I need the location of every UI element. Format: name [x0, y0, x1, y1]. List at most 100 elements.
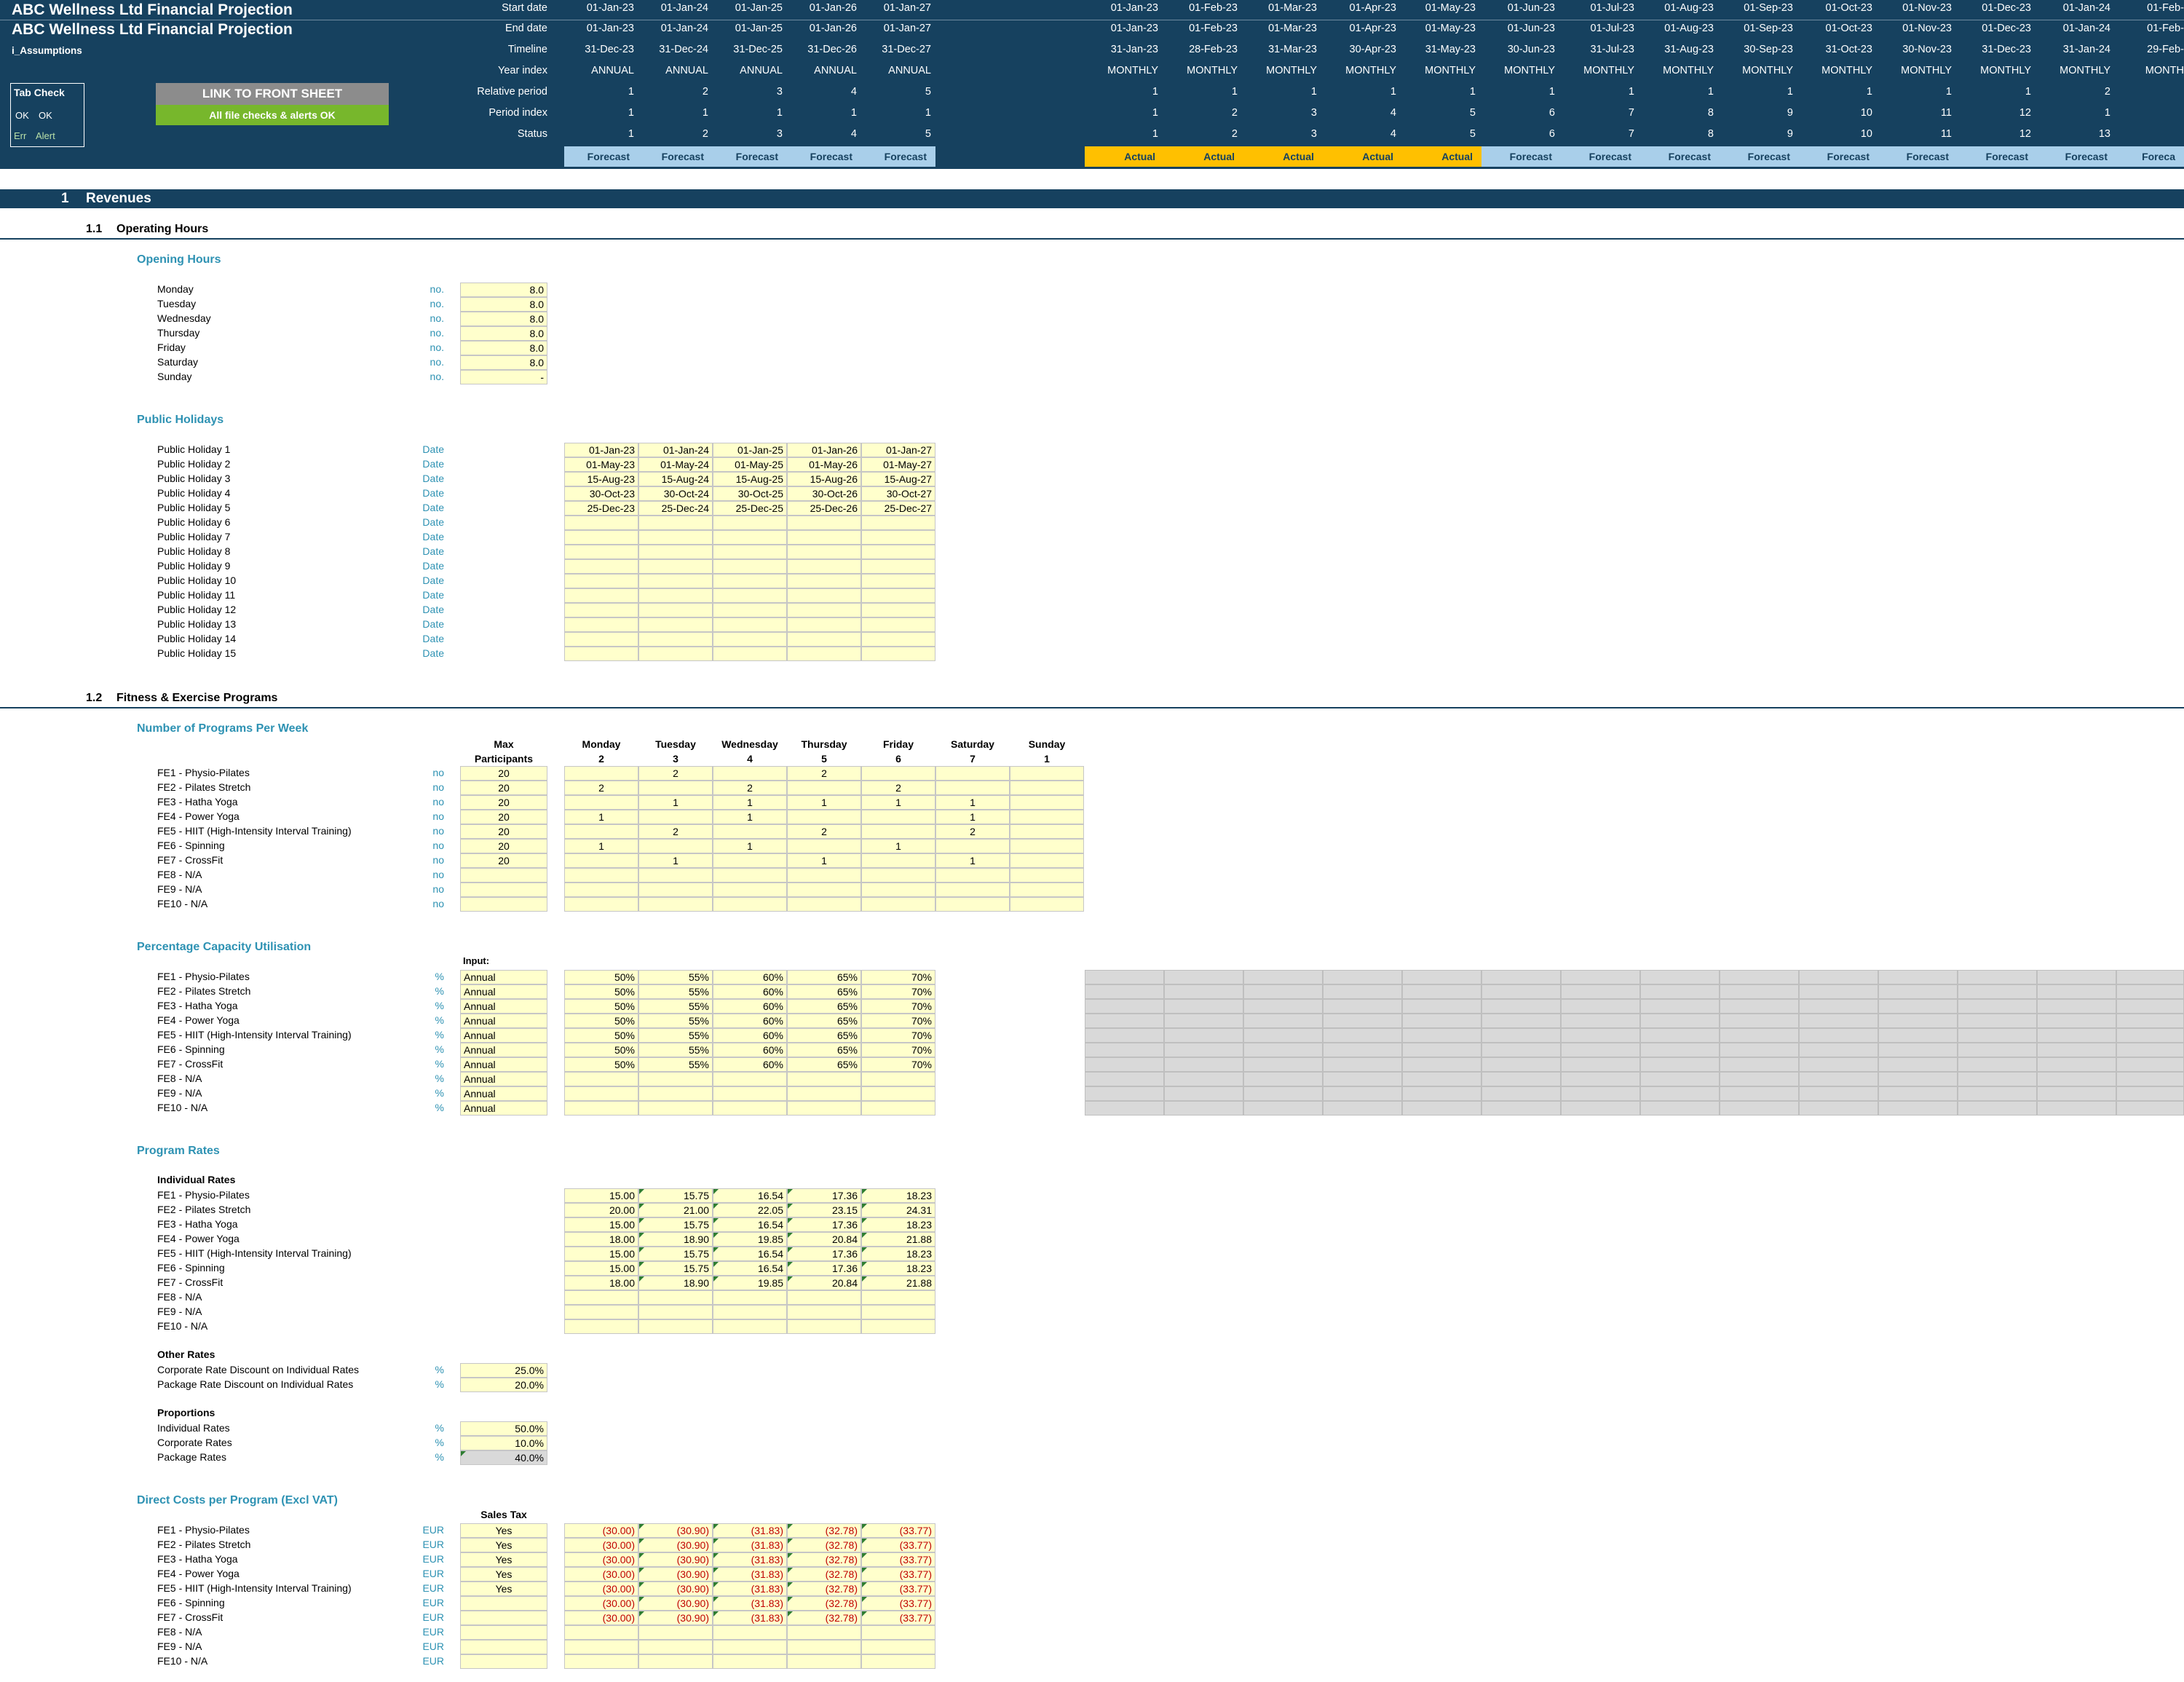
public-holiday-date-input[interactable] [638, 516, 713, 530]
individual-rate-input[interactable]: 18.23 [861, 1217, 935, 1232]
capacity-utilisation-input[interactable]: 60% [713, 1057, 787, 1072]
capacity-utilisation-input[interactable]: 55% [638, 1043, 713, 1057]
individual-rate-input[interactable]: 15.00 [564, 1217, 638, 1232]
programs-per-day-input[interactable]: 1 [564, 839, 638, 853]
capacity-utilisation-input[interactable] [638, 1101, 713, 1116]
individual-rate-input[interactable]: 18.23 [861, 1247, 935, 1261]
capacity-input-frequency[interactable]: Annual [460, 984, 547, 999]
capacity-utilisation-input[interactable]: 65% [787, 1014, 861, 1028]
public-holiday-date-input[interactable]: 15-Aug-24 [638, 472, 713, 486]
programs-per-day-input[interactable] [787, 897, 861, 912]
direct-cost-input[interactable]: (30.90) [638, 1538, 713, 1552]
direct-cost-input[interactable]: (33.77) [861, 1552, 935, 1567]
direct-cost-input[interactable]: (31.83) [713, 1552, 787, 1567]
programs-per-day-input[interactable] [564, 766, 638, 781]
programs-per-day-input[interactable]: 1 [713, 810, 787, 824]
opening-hours-input[interactable]: 8.0 [460, 341, 547, 355]
individual-rate-input[interactable] [638, 1305, 713, 1319]
public-holiday-date-input[interactable] [564, 545, 638, 559]
public-holiday-date-input[interactable] [787, 588, 861, 603]
programs-per-day-input[interactable]: 1 [935, 853, 1010, 868]
opening-hours-input[interactable]: 8.0 [460, 312, 547, 326]
individual-rate-input[interactable] [861, 1290, 935, 1305]
programs-per-day-input[interactable]: 2 [787, 824, 861, 839]
programs-per-day-input[interactable]: 2 [787, 766, 861, 781]
individual-rate-input[interactable]: 15.00 [564, 1247, 638, 1261]
programs-per-day-input[interactable] [861, 766, 935, 781]
sales-tax-input[interactable]: Yes [460, 1582, 547, 1596]
programs-per-day-input[interactable] [861, 824, 935, 839]
public-holiday-date-input[interactable] [713, 545, 787, 559]
capacity-utilisation-input[interactable]: 60% [713, 970, 787, 984]
capacity-utilisation-input[interactable]: 60% [713, 1043, 787, 1057]
programs-per-day-input[interactable] [713, 853, 787, 868]
capacity-input-frequency[interactable]: Annual [460, 1043, 547, 1057]
public-holiday-date-input[interactable] [564, 516, 638, 530]
public-holiday-date-input[interactable] [861, 632, 935, 647]
discount-input[interactable]: 25.0% [460, 1363, 547, 1378]
capacity-utilisation-input[interactable] [564, 1101, 638, 1116]
individual-rate-input[interactable]: 20.84 [787, 1276, 861, 1290]
programs-per-day-input[interactable] [861, 810, 935, 824]
public-holiday-date-input[interactable] [787, 603, 861, 617]
public-holiday-date-input[interactable] [861, 588, 935, 603]
public-holiday-date-input[interactable] [564, 603, 638, 617]
public-holiday-date-input[interactable]: 01-May-23 [564, 457, 638, 472]
programs-per-day-input[interactable] [564, 795, 638, 810]
direct-cost-input[interactable] [787, 1640, 861, 1654]
capacity-utilisation-input[interactable]: 65% [787, 1043, 861, 1057]
capacity-input-frequency[interactable]: Annual [460, 970, 547, 984]
capacity-utilisation-input[interactable]: 50% [564, 1028, 638, 1043]
programs-per-day-input[interactable] [713, 868, 787, 883]
direct-cost-input[interactable]: (30.90) [638, 1523, 713, 1538]
public-holiday-date-input[interactable] [861, 545, 935, 559]
direct-cost-input[interactable]: (33.77) [861, 1538, 935, 1552]
programs-per-day-input[interactable] [1010, 781, 1084, 795]
individual-rate-input[interactable] [713, 1319, 787, 1334]
direct-cost-input[interactable] [564, 1640, 638, 1654]
public-holiday-date-input[interactable]: 01-May-24 [638, 457, 713, 472]
programs-per-day-input[interactable]: 1 [787, 795, 861, 810]
max-participants-input[interactable] [460, 868, 547, 883]
individual-rate-input[interactable]: 20.00 [564, 1203, 638, 1217]
programs-per-day-input[interactable] [638, 883, 713, 897]
capacity-utilisation-input[interactable] [787, 1086, 861, 1101]
individual-rate-input[interactable]: 18.23 [861, 1261, 935, 1276]
direct-cost-input[interactable]: (32.78) [787, 1611, 861, 1625]
capacity-utilisation-input[interactable] [861, 1072, 935, 1086]
public-holiday-date-input[interactable] [713, 647, 787, 661]
sales-tax-input[interactable]: Yes [460, 1552, 547, 1567]
capacity-utilisation-input[interactable]: 50% [564, 970, 638, 984]
programs-per-day-input[interactable] [861, 897, 935, 912]
public-holiday-date-input[interactable]: 30-Oct-26 [787, 486, 861, 501]
public-holiday-date-input[interactable] [861, 617, 935, 632]
individual-rate-input[interactable] [713, 1290, 787, 1305]
individual-rate-input[interactable] [787, 1319, 861, 1334]
programs-per-day-input[interactable]: 1 [638, 795, 713, 810]
programs-per-day-input[interactable]: 1 [935, 795, 1010, 810]
programs-per-day-input[interactable] [713, 766, 787, 781]
programs-per-day-input[interactable] [564, 853, 638, 868]
capacity-utilisation-input[interactable]: 55% [638, 984, 713, 999]
public-holiday-date-input[interactable]: 01-Jan-24 [638, 443, 713, 457]
capacity-utilisation-input[interactable]: 50% [564, 984, 638, 999]
individual-rate-input[interactable] [638, 1290, 713, 1305]
capacity-utilisation-input[interactable] [713, 1101, 787, 1116]
programs-per-day-input[interactable] [935, 868, 1010, 883]
public-holiday-date-input[interactable] [787, 559, 861, 574]
programs-per-day-input[interactable]: 2 [638, 824, 713, 839]
individual-rate-input[interactable]: 15.00 [564, 1261, 638, 1276]
programs-per-day-input[interactable] [564, 897, 638, 912]
public-holiday-date-input[interactable] [564, 617, 638, 632]
public-holiday-date-input[interactable] [638, 588, 713, 603]
individual-rate-input[interactable]: 16.54 [713, 1188, 787, 1203]
max-participants-input[interactable]: 20 [460, 810, 547, 824]
programs-per-day-input[interactable] [1010, 795, 1084, 810]
capacity-input-frequency[interactable]: Annual [460, 999, 547, 1014]
individual-rate-input[interactable] [564, 1290, 638, 1305]
programs-per-day-input[interactable]: 1 [713, 839, 787, 853]
individual-rate-input[interactable]: 19.85 [713, 1276, 787, 1290]
public-holiday-date-input[interactable]: 25-Dec-26 [787, 501, 861, 516]
public-holiday-date-input[interactable] [564, 647, 638, 661]
programs-per-day-input[interactable] [1010, 868, 1084, 883]
